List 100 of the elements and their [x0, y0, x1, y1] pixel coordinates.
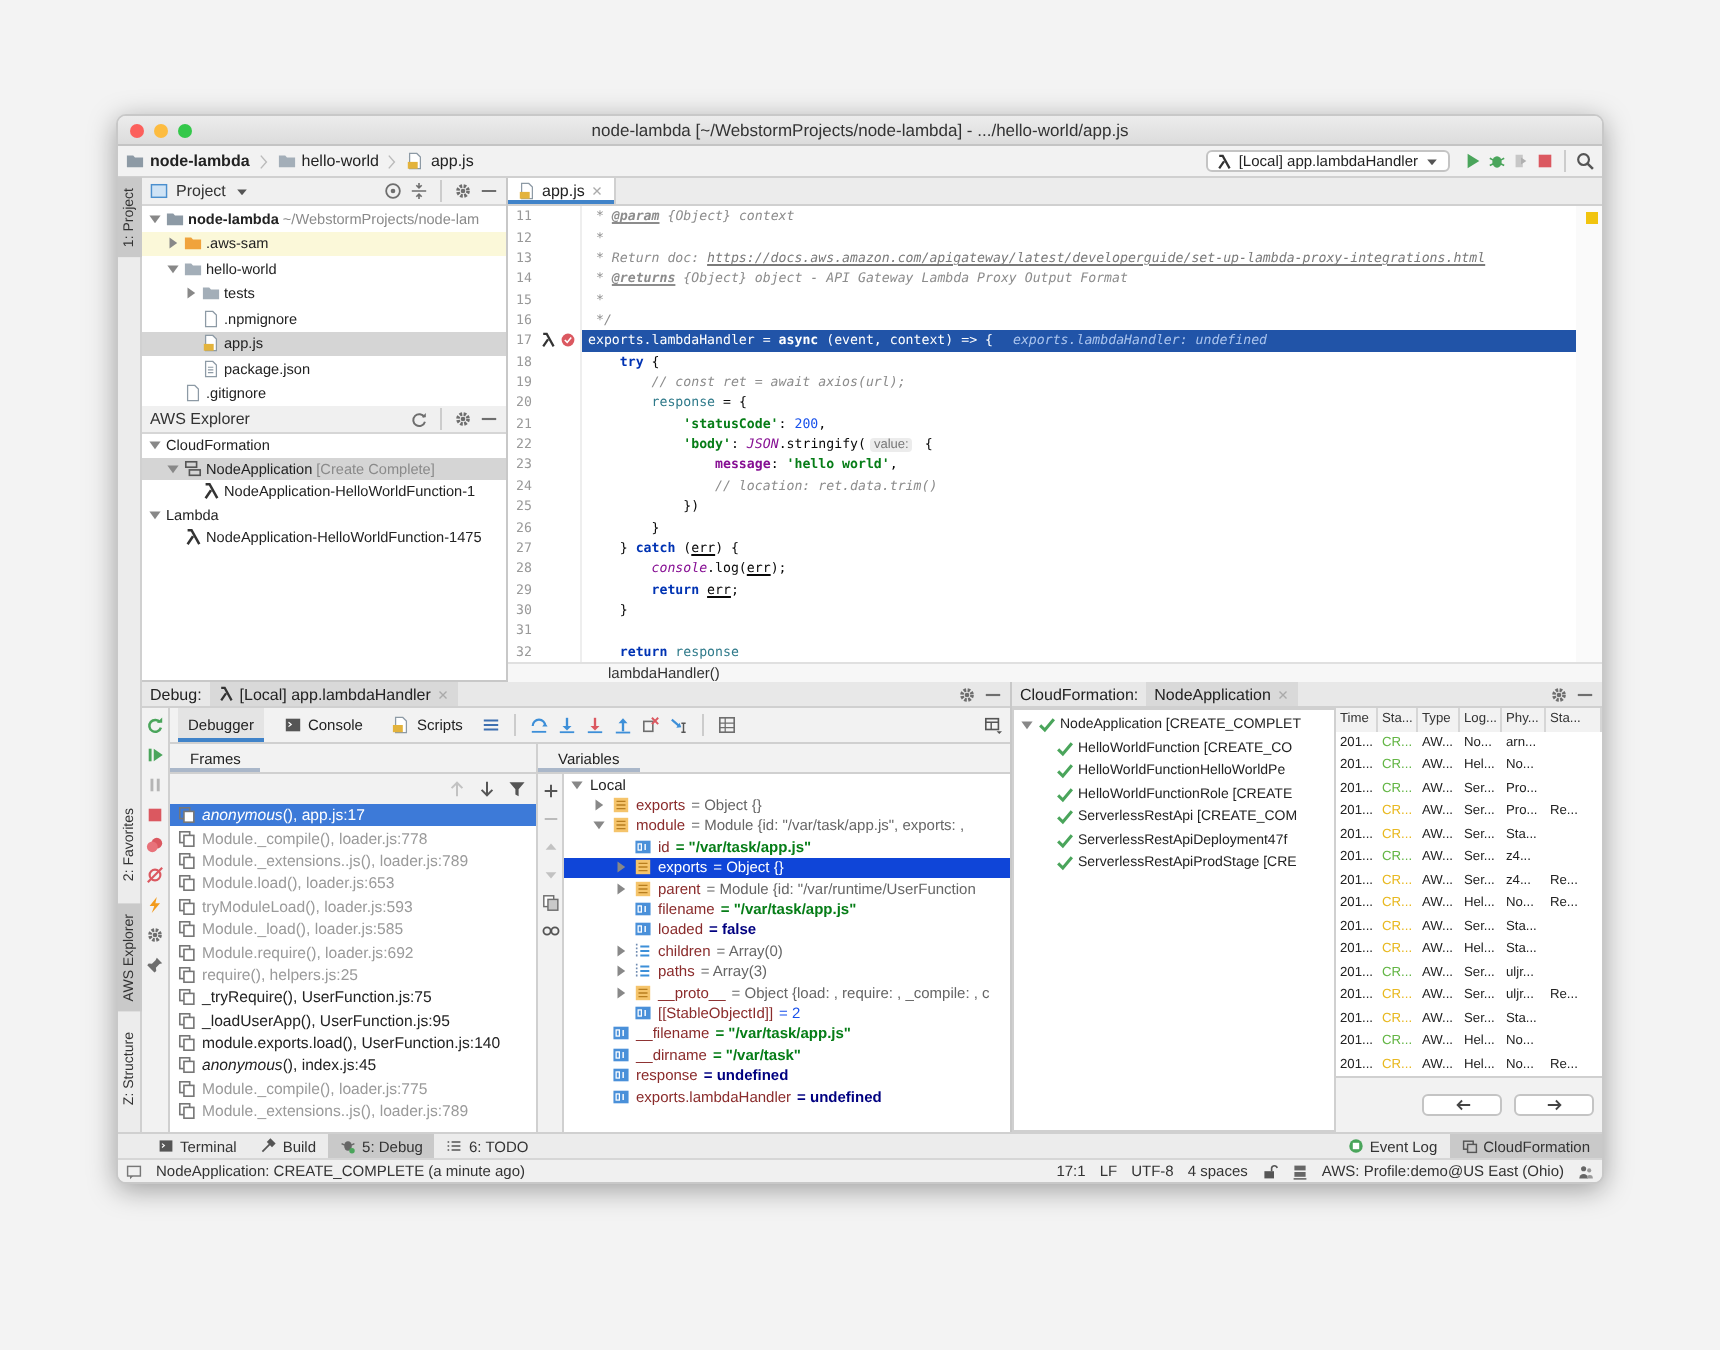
js-file-icon [202, 334, 220, 353]
debug-icon [340, 1138, 357, 1154]
rerun-icon[interactable] [146, 716, 164, 734]
tree-arrow-icon[interactable] [614, 943, 628, 958]
tree-arrow-icon[interactable] [166, 236, 180, 251]
zoom-window-button[interactable] [178, 123, 192, 137]
tree-arrow-icon[interactable] [614, 964, 628, 979]
panel-title[interactable]: Project [176, 182, 226, 200]
tree-arrow-icon[interactable] [570, 777, 584, 792]
step-out-icon[interactable] [614, 716, 633, 734]
tree-arrow-icon[interactable] [148, 438, 162, 453]
close-window-button[interactable] [130, 123, 144, 137]
collapse-icon[interactable] [410, 182, 428, 200]
debug-session-tab[interactable]: [Local] app.lambdaHandler [209, 682, 459, 706]
array-icon [634, 941, 652, 960]
primitive-icon [612, 1066, 630, 1085]
lambda-icon [217, 686, 234, 702]
tree-arrow-icon[interactable] [1020, 718, 1034, 733]
chevron-icon [255, 153, 272, 169]
settings-icon[interactable] [454, 182, 472, 200]
filter-icon[interactable] [508, 780, 526, 798]
tree-arrow-icon[interactable] [148, 211, 162, 226]
close-icon[interactable] [590, 184, 605, 198]
debug-icon[interactable] [1488, 152, 1506, 170]
server-icon[interactable] [1291, 1163, 1308, 1179]
object-icon [612, 796, 630, 815]
tree-arrow-icon[interactable] [184, 286, 198, 301]
window-title: node-lambda [~/WebstormProjects/node-lambda] - .../hello-world/app.js [591, 120, 1129, 140]
lambda-icon[interactable] [540, 332, 556, 349]
tree-arrow-icon[interactable] [614, 860, 628, 875]
js-file-icon [518, 182, 536, 200]
tree-arrow-icon[interactable] [592, 798, 606, 813]
folder-icon [277, 152, 296, 170]
stack-tab[interactable]: NodeApplication [1146, 682, 1299, 706]
mute-icon[interactable] [146, 866, 164, 884]
array-icon [634, 962, 652, 981]
step-over-icon[interactable] [530, 716, 549, 734]
pin-icon[interactable] [146, 956, 164, 974]
evaluate-icon[interactable] [718, 716, 737, 734]
primitive-icon [612, 1045, 630, 1064]
scripts-icon [392, 716, 411, 734]
coverage-icon[interactable] [1512, 152, 1530, 170]
layout-icon[interactable] [984, 716, 1002, 734]
file-icon [202, 309, 220, 328]
lambda-icon [1216, 153, 1233, 169]
tree-arrow-icon[interactable] [166, 461, 180, 476]
terminal-icon [158, 1138, 174, 1154]
run-icon[interactable] [1464, 152, 1482, 170]
object-icon [612, 816, 630, 835]
file-icon [184, 384, 202, 403]
event-log-icon [1347, 1138, 1364, 1154]
tree-arrow-icon[interactable] [148, 507, 162, 522]
lock-icon[interactable] [1261, 1163, 1278, 1179]
pause-icon[interactable] [146, 776, 164, 794]
stop-icon[interactable] [1536, 152, 1554, 170]
breakpoints-icon[interactable] [146, 836, 164, 854]
run-to-cursor-icon[interactable] [670, 716, 689, 734]
resume-icon[interactable] [146, 746, 164, 764]
todo-icon [446, 1138, 463, 1154]
settings-icon[interactable] [958, 685, 976, 703]
plus-icon[interactable] [541, 782, 559, 800]
js-file-icon [406, 152, 425, 170]
breadcrumb[interactable]: node-lambda [126, 152, 250, 170]
step-into-icon[interactable] [558, 716, 577, 734]
search-icon[interactable] [1576, 152, 1594, 170]
message-icon[interactable] [126, 1163, 142, 1179]
breakpoint-icon[interactable] [560, 332, 576, 349]
primitive-icon [634, 920, 652, 939]
stack-icon [184, 459, 202, 478]
folder-icon [126, 152, 144, 170]
settings-icon[interactable] [454, 410, 472, 428]
settings-icon[interactable] [146, 926, 164, 944]
target-icon[interactable] [384, 182, 402, 200]
settings-icon[interactable] [1550, 685, 1568, 703]
primitive-icon [612, 1087, 630, 1106]
panel-title: AWS Explorer [150, 410, 250, 428]
people-icon[interactable] [1578, 1163, 1594, 1179]
refresh-icon[interactable] [410, 410, 428, 428]
next-button[interactable] [1514, 1094, 1594, 1116]
force-step-into-icon[interactable] [586, 716, 605, 734]
editor-tab[interactable]: app.js [508, 178, 617, 204]
breadcrumb[interactable]: hello-world [277, 152, 379, 170]
tree-arrow-icon[interactable] [592, 818, 606, 833]
drop-frame-icon[interactable] [642, 716, 661, 734]
glasses-icon[interactable] [541, 922, 559, 940]
tree-arrow-icon[interactable] [614, 985, 628, 1000]
lightning-icon[interactable] [146, 896, 164, 914]
stop-icon[interactable] [146, 806, 164, 824]
right-arrow-icon [1545, 1096, 1563, 1114]
primitive-icon [634, 1003, 652, 1022]
breadcrumb[interactable]: app.js [406, 152, 474, 170]
previous-button[interactable] [1422, 1094, 1502, 1116]
down-arrow-icon[interactable] [478, 780, 496, 798]
tree-arrow-icon[interactable] [166, 261, 180, 276]
warning-marker[interactable] [1586, 212, 1598, 224]
panel-title: Debug: [150, 685, 202, 703]
tree-arrow-icon[interactable] [614, 881, 628, 896]
copy-icon[interactable] [541, 894, 559, 912]
menu-icon[interactable] [482, 716, 501, 734]
lambda-icon [202, 482, 220, 501]
